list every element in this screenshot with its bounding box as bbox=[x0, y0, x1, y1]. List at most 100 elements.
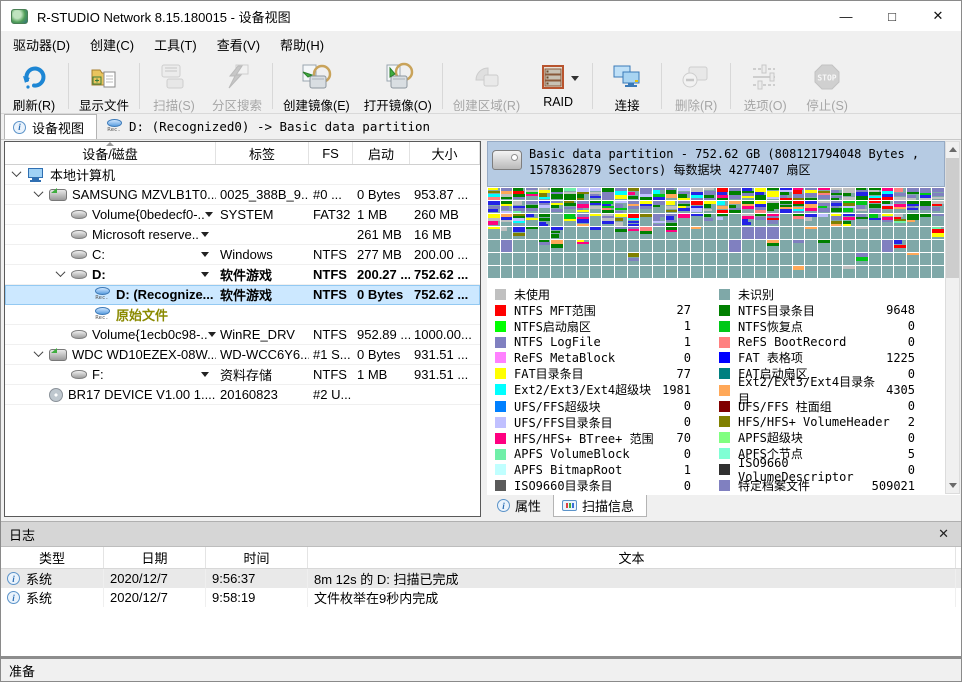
scan-panel-scrollbar[interactable] bbox=[945, 141, 960, 494]
table-row[interactable]: BR17 DEVICE V1.00 1....20160823#2 U... bbox=[5, 385, 480, 405]
scan-block bbox=[755, 201, 767, 213]
tree-column-header-2[interactable]: FS bbox=[309, 142, 353, 164]
scan-block bbox=[729, 201, 741, 213]
scan-block-map[interactable] bbox=[487, 187, 945, 283]
volume-icon bbox=[71, 370, 87, 379]
status-text: 准备 bbox=[9, 661, 35, 680]
legend-item: 特定档案文件509021 bbox=[719, 478, 943, 494]
menu-item-0[interactable]: 驱动器(D) bbox=[3, 31, 80, 58]
scan-block bbox=[513, 240, 525, 252]
cell-start: 277 MB bbox=[353, 245, 410, 264]
log-close-icon[interactable]: ✕ bbox=[934, 526, 953, 542]
toolbar-button-scan: 扫描(S) bbox=[143, 59, 205, 113]
menu-item-1[interactable]: 创建(C) bbox=[80, 31, 144, 58]
log-row[interactable]: i系统2020/12/79:56:378m 12s 的 D: 扫描已完成 bbox=[1, 569, 961, 588]
device-dropdown-icon[interactable] bbox=[201, 232, 209, 237]
scan-block bbox=[564, 201, 576, 213]
scan-icon bbox=[159, 62, 189, 95]
expand-chevron-icon[interactable] bbox=[11, 167, 21, 177]
tab-scan-info[interactable]: 扫描信息 bbox=[553, 495, 647, 517]
cell-start: 0 Bytes bbox=[353, 345, 410, 364]
device-tree-panel: 设备/磁盘标签FS启动大小 本地计算机SAMSUNG MZVLB1T0...00… bbox=[4, 141, 481, 517]
scan-block bbox=[856, 240, 868, 252]
tree-column-header-0[interactable]: 设备/磁盘 bbox=[5, 142, 216, 164]
toolbar-button-open-image[interactable]: 打开镜像(O) bbox=[357, 59, 439, 113]
expand-chevron-icon[interactable] bbox=[55, 267, 65, 277]
expand-chevron-icon[interactable] bbox=[33, 347, 43, 357]
toolbar-button-connect[interactable]: 连接 bbox=[596, 59, 658, 113]
maximize-button[interactable]: □ bbox=[869, 1, 915, 31]
minimize-button[interactable]: — bbox=[823, 1, 869, 31]
table-row[interactable]: D:软件游戏NTFS200.27 ...752.62 ... bbox=[5, 265, 480, 285]
volume-icon bbox=[71, 330, 87, 339]
scan-block bbox=[869, 214, 881, 226]
toolbar-button-raid[interactable]: RAID bbox=[527, 59, 589, 113]
tree-column-header-3[interactable]: 启动 bbox=[353, 142, 410, 164]
table-row[interactable]: Rec.D: (Recognize...软件游戏NTFS0 Bytes752.6… bbox=[5, 285, 480, 305]
close-button[interactable]: ✕ bbox=[915, 1, 961, 31]
device-dropdown-icon[interactable] bbox=[201, 272, 209, 277]
table-row[interactable]: F:资料存储NTFS1 MB931.51 ... bbox=[5, 365, 480, 385]
device-dropdown-icon[interactable] bbox=[201, 252, 209, 257]
toolbar-button-label: 扫描(S) bbox=[153, 95, 195, 114]
scroll-up-icon[interactable] bbox=[946, 142, 959, 157]
scroll-thumb[interactable] bbox=[946, 158, 959, 278]
table-row[interactable]: 本地计算机 bbox=[5, 165, 480, 185]
table-row[interactable]: Rec.原始文件 bbox=[5, 305, 480, 325]
device-dropdown-icon[interactable] bbox=[205, 212, 213, 217]
table-row[interactable]: Volume{0bedecf0-..SYSTEMFAT321 MB260 MB bbox=[5, 205, 480, 225]
tab-partition[interactable]: Rec. D: (Recognized0) -> Basic data part… bbox=[97, 114, 442, 139]
scan-block bbox=[793, 240, 805, 252]
scan-block bbox=[564, 240, 576, 252]
log-column-header-2[interactable]: 时间 bbox=[206, 547, 308, 568]
scan-block bbox=[869, 266, 881, 278]
scan-block bbox=[932, 253, 944, 265]
disk-icon bbox=[492, 150, 522, 170]
scan-block bbox=[513, 214, 525, 226]
legend-swatch-icon bbox=[495, 449, 506, 460]
legend-label: FAT 表格项 bbox=[738, 349, 803, 366]
tab-device-view[interactable]: i 设备视图 bbox=[4, 114, 97, 139]
table-row[interactable]: Volume{1ecb0c98-..WinRE_DRVNTFS952.89 ..… bbox=[5, 325, 480, 345]
legend-count: 70 bbox=[677, 431, 719, 445]
connect-icon bbox=[611, 62, 643, 95]
tree-column-header-4[interactable]: 大小 bbox=[410, 142, 480, 164]
legend-label: 未使用 bbox=[514, 286, 550, 303]
menu-item-4[interactable]: 帮助(H) bbox=[270, 31, 334, 58]
device-dropdown-icon[interactable] bbox=[208, 332, 216, 337]
log-column-header-0[interactable]: 类型 bbox=[1, 547, 104, 568]
scroll-down-icon[interactable] bbox=[946, 478, 959, 493]
toolbar-button-show-files[interactable]: 显示文件 bbox=[72, 59, 136, 113]
log-column-header-3[interactable]: 文本 bbox=[308, 547, 956, 568]
menu-item-3[interactable]: 查看(V) bbox=[207, 31, 270, 58]
scan-block bbox=[793, 214, 805, 226]
scan-block bbox=[666, 201, 678, 213]
menu-item-2[interactable]: 工具(T) bbox=[144, 31, 207, 58]
scan-block bbox=[691, 214, 703, 226]
toolbar-separator bbox=[68, 63, 69, 109]
toolbar-button-create-image[interactable]: 创建镜像(E) bbox=[276, 59, 357, 113]
device-dropdown-icon[interactable] bbox=[201, 372, 209, 377]
log-column-header-1[interactable]: 日期 bbox=[104, 547, 206, 568]
table-row[interactable]: SAMSUNG MZVLB1T0...0025_388B_9...#0 ...0… bbox=[5, 185, 480, 205]
log-row[interactable]: i系统2020/12/79:58:19文件枚举在9秒内完成 bbox=[1, 588, 961, 607]
toolbar-button-refresh[interactable]: 刷新(R) bbox=[3, 59, 65, 113]
legend-label: APFS VolumeBlock bbox=[514, 447, 630, 461]
cell-start bbox=[353, 165, 410, 184]
toolbar-button-partition-search: 分区搜索 bbox=[205, 59, 269, 113]
table-row[interactable]: C:WindowsNTFS277 MB200.00 ... bbox=[5, 245, 480, 265]
tab-properties[interactable]: i 属性 bbox=[489, 495, 553, 517]
scan-block bbox=[856, 253, 868, 265]
dropdown-arrow-icon[interactable] bbox=[571, 76, 579, 81]
scan-block bbox=[628, 214, 640, 226]
scan-block bbox=[856, 266, 868, 278]
scan-block bbox=[653, 266, 665, 278]
legend-item: FAT 表格项1225 bbox=[719, 350, 943, 366]
scan-block bbox=[843, 227, 855, 239]
table-row[interactable]: Microsoft reserve..261 MB16 MB bbox=[5, 225, 480, 245]
tree-column-header-1[interactable]: 标签 bbox=[216, 142, 309, 164]
scan-block bbox=[932, 201, 944, 213]
show-files-icon bbox=[89, 62, 119, 95]
table-row[interactable]: WDC WD10EZEX-08W...WD-WCC6Y6...#1 S...0 … bbox=[5, 345, 480, 365]
expand-chevron-icon[interactable] bbox=[33, 187, 43, 197]
